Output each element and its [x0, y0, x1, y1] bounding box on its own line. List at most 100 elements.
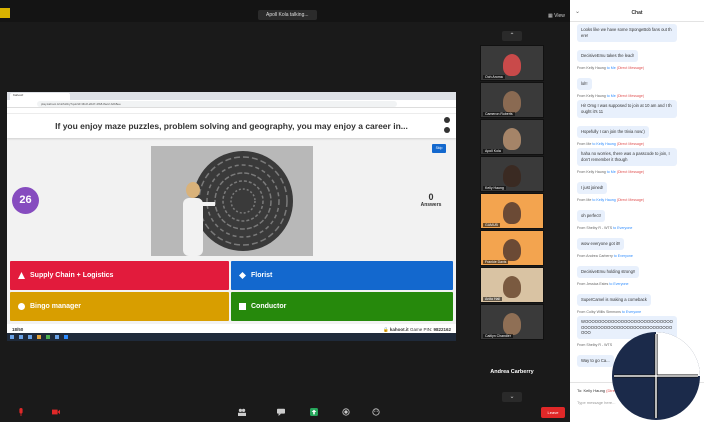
chat-message-bubble: SuperCamel is making a comeback: [577, 294, 651, 306]
zoom-window: Apoll Kola talking... ▦ View Kahoot! pla…: [0, 0, 704, 422]
answers-label: Answers: [420, 202, 442, 208]
active-speaker-name: Andrea Carberry: [490, 369, 534, 375]
settings-icon[interactable]: [444, 127, 450, 133]
chat-sender-name: From Kelly Haung: [577, 94, 606, 98]
participant-tile[interactable]: Apoll Kola: [480, 119, 544, 155]
windows-taskbar: [7, 333, 456, 341]
chat-recipient-name: to Kelly Haung: [592, 198, 616, 202]
scroll-down-button[interactable]: ⌄: [502, 392, 522, 402]
microphone-icon[interactable]: [17, 408, 25, 416]
folder-icon[interactable]: [37, 335, 41, 339]
chat-message-bubble: Hopefully I can join the trivia now:): [577, 126, 649, 138]
participant-tile[interactable]: Kelly Haung: [480, 156, 544, 192]
circle-icon: [18, 303, 25, 310]
chat-message-bubble: lol!!: [577, 78, 592, 90]
participant-tile[interactable]: Caitlyn Chandler: [480, 304, 544, 340]
chat-message-bubble: oh perfect!: [577, 210, 605, 222]
game-pin-label: Game PIN:: [409, 327, 433, 332]
browser-tabbar: Kahoot!: [7, 92, 456, 100]
participant-tile[interactable]: Frankie Davis: [480, 230, 544, 266]
direct-message-tag: (Direct Message): [616, 198, 645, 202]
direct-message-tag: (Direct Message): [616, 94, 645, 98]
participant-tile[interactable]: Cameron Roberts: [480, 82, 544, 118]
chat-message-bubble: I just joined!: [577, 182, 608, 194]
chat-recipient-name: to Everyone: [613, 226, 633, 230]
question-counter: 18/50: [12, 327, 24, 332]
answer-label: Supply Chain + Logistics: [30, 272, 114, 279]
participant-tile[interactable]: GAMUB: [480, 193, 544, 229]
chat-sender-name: From Me: [577, 198, 592, 202]
chat-message-sender: From Me to Kelly Haung (Direct Message): [577, 198, 704, 202]
answer-label: Bingo manager: [30, 303, 81, 310]
direct-message-tag: (Direct Message): [616, 170, 645, 174]
participant-name: Apoll Kola: [483, 149, 503, 153]
participant-tile[interactable]: Anita Hall: [480, 267, 544, 303]
chat-recipient: To: Kelly Haung: [577, 388, 606, 393]
game-pin: 9822162: [433, 327, 451, 332]
participants-icon[interactable]: [238, 408, 246, 416]
answer-option-red[interactable]: Supply Chain + Logistics: [10, 261, 229, 290]
volume-icon[interactable]: [444, 117, 450, 123]
chat-message-sender: From Kelly Haung to Me (Direct Message): [577, 170, 704, 174]
search-icon[interactable]: [19, 335, 23, 339]
browser-tab[interactable]: Kahoot!: [10, 93, 70, 100]
chat-sender-name: From Me: [577, 142, 592, 146]
skip-button[interactable]: Skip: [432, 144, 446, 153]
participant-name: Anita Hall: [483, 297, 502, 301]
meeting-toolbar: Leave: [0, 402, 570, 422]
chat-sender-name: From Andrea Carberry: [577, 254, 613, 258]
record-icon[interactable]: [342, 408, 350, 416]
answer-label: Conductor: [251, 303, 287, 310]
chat-icon[interactable]: [277, 408, 285, 416]
url-input[interactable]: play.kahoot.it/v2/lobby?quizId=3bdf-a5d7…: [37, 101, 397, 107]
chat-message-bubble: Hi! Omg I was supposed to join at 10 am …: [577, 100, 677, 118]
active-speaker-banner: Apoll Kola talking...: [258, 10, 317, 20]
mail-icon[interactable]: [55, 335, 59, 339]
chat-message-bubble: Way to go Ca...: [577, 355, 614, 368]
participant-tile[interactable]: Ooh Aroma: [480, 45, 544, 81]
zoom-icon[interactable]: [64, 335, 68, 339]
chat-recipient-name: to Everyone: [609, 282, 629, 286]
participant-name: Ooh Aroma: [483, 75, 505, 79]
answer-option-blue[interactable]: Florist: [231, 261, 453, 290]
view-label: View: [554, 13, 565, 19]
share-screen-icon[interactable]: [310, 408, 318, 416]
browser-address-bar: play.kahoot.it/v2/lobby?quizId=3bdf-a5d7…: [7, 100, 456, 108]
meeting-topbar: Apoll Kola talking... ▦ View: [0, 0, 570, 22]
scroll-up-button[interactable]: ⌃: [502, 31, 522, 41]
chat-message-bubble: Looks like we have some SpongeBob fans o…: [577, 24, 677, 42]
participant-name: Frankie Davis: [483, 260, 509, 264]
diamond-icon: [239, 272, 246, 279]
answer-label: Florist: [251, 272, 273, 279]
chat-sender-name: From Kelly Haung: [577, 170, 606, 174]
chat-message-bubble: DecisiveEmu holding strong!!: [577, 266, 640, 278]
windows-start-icon[interactable]: [10, 335, 14, 339]
chat-sender-name: From Shelby R - WTS: [577, 226, 613, 230]
chat-title: Chat: [631, 10, 643, 16]
participant-name: Cameron Roberts: [483, 112, 515, 116]
direct-message-tag: (Direct Message): [616, 66, 645, 70]
question-bar: If you enjoy maze puzzles, problem solvi…: [7, 114, 456, 138]
participant-name: Caitlyn Chandler: [483, 334, 513, 338]
reactions-icon[interactable]: [372, 408, 380, 416]
square-icon: [239, 303, 246, 310]
chat-sender-name: From Colby Willis Simmons: [577, 310, 621, 314]
video-icon[interactable]: [52, 408, 60, 416]
question-image: [151, 146, 313, 256]
answer-option-yellow[interactable]: Bingo manager: [10, 292, 229, 321]
chrome-icon[interactable]: [46, 335, 50, 339]
maze-photo: [151, 146, 313, 256]
countdown-timer: 26: [12, 187, 39, 214]
chat-messages[interactable]: Looks like we have some SpongeBob fans o…: [570, 22, 704, 378]
taskview-icon[interactable]: [28, 335, 32, 339]
shield-icon[interactable]: [0, 8, 10, 18]
leave-button[interactable]: Leave: [541, 407, 565, 418]
participant-name: Kelly Haung: [483, 186, 506, 190]
kahoot-brand: kahoot.it: [389, 327, 409, 332]
shared-screen: Kahoot! play.kahoot.it/v2/lobby?quizId=3…: [7, 92, 456, 341]
view-button[interactable]: ▦ View: [548, 13, 565, 19]
answer-option-green[interactable]: Conductor: [231, 292, 453, 321]
direct-message-tag: (Direct Message): [616, 142, 645, 146]
lock-icon: 🔒: [383, 327, 390, 332]
chat-message-sender: From Jessica Estes to Everyone: [577, 282, 704, 286]
